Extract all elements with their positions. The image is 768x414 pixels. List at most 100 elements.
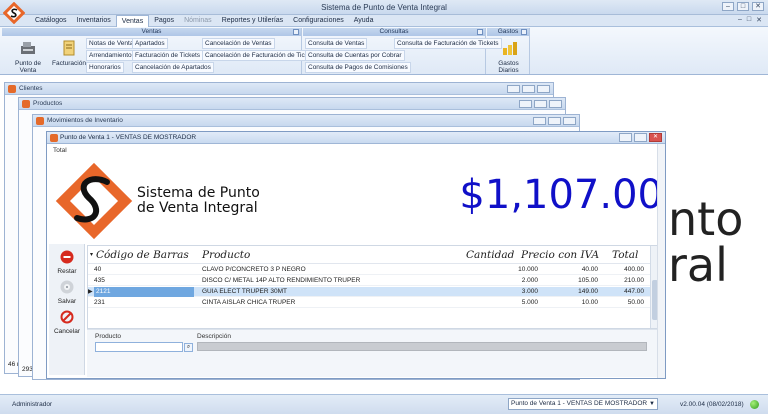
cell-qty: 2.000 bbox=[521, 277, 538, 284]
consulta-facturacion-tickets-button[interactable]: Consulta de Facturación de Tickets bbox=[394, 38, 502, 49]
window-icon bbox=[50, 134, 58, 142]
col-cantidad[interactable]: Cantidad bbox=[466, 249, 514, 261]
facturacion-tickets-button[interactable]: Facturación de Tickets bbox=[132, 50, 204, 61]
mdi-minimize-icon[interactable]: – bbox=[738, 16, 742, 24]
mdi-close-icon[interactable]: ✕ bbox=[756, 16, 762, 24]
minimize-icon[interactable] bbox=[507, 85, 520, 93]
menu-catalogos[interactable]: Catálogos bbox=[30, 15, 72, 27]
brand-logo-text: Sistema de Punto de Venta Integral bbox=[137, 186, 260, 216]
description-field bbox=[197, 342, 647, 351]
cell-total: 400.00 bbox=[624, 266, 644, 273]
apartados-button[interactable]: Apartados bbox=[132, 38, 168, 49]
menu-ventas[interactable]: Ventas bbox=[115, 15, 150, 27]
menu-reportes[interactable]: Reportes y Utilerías bbox=[217, 15, 288, 27]
description-label: Descripción bbox=[197, 333, 231, 340]
window-controls: – □ ✕ bbox=[722, 2, 764, 11]
table-row[interactable]: 435 DISCO C/ METAL 14P ALTO RENDIMIENTO … bbox=[88, 276, 658, 286]
main-menu: Catálogos Inventarios Ventas Pagos Nómin… bbox=[30, 15, 378, 27]
close-icon[interactable] bbox=[563, 117, 576, 125]
action-sidebar: Restar Salvar Cancelar bbox=[49, 244, 85, 375]
table-row-selected[interactable]: ▶ 2121 GUIA ELECT TRUPER 30MT 3.000 149.… bbox=[88, 287, 658, 297]
table-row[interactable]: 40 CLAVO P/CONCRETO 3 P NEGRO 10.000 40.… bbox=[88, 265, 658, 275]
punto-de-venta-button[interactable]: Punto de Venta bbox=[6, 40, 50, 74]
window-title: Productos bbox=[33, 100, 63, 107]
minimize-icon[interactable] bbox=[519, 100, 532, 108]
facturacion-button[interactable]: Facturación bbox=[52, 40, 86, 67]
notas-de-venta-button[interactable]: Notas de Venta bbox=[86, 38, 137, 49]
ribbon: Ventas Punto de Venta Facturación Notas … bbox=[0, 27, 768, 75]
close-icon[interactable] bbox=[549, 100, 562, 108]
minimize-icon[interactable]: – bbox=[722, 2, 734, 11]
maximize-icon[interactable]: □ bbox=[737, 2, 749, 11]
arrendamiento-button[interactable]: Arrendamiento bbox=[86, 50, 135, 61]
app-titlebar: Sistema de Punto de Venta Integral – □ ✕ bbox=[0, 0, 768, 15]
window-icon bbox=[36, 117, 44, 125]
expand-icon[interactable] bbox=[521, 29, 527, 35]
cell-product: GUIA ELECT TRUPER 30MT bbox=[202, 288, 288, 295]
product-entry-panel: Producto ⌕ Descripción bbox=[87, 329, 659, 377]
status-bar: Administrador Punto de Venta 1 - VENTAS … bbox=[0, 394, 768, 414]
maximize-icon[interactable] bbox=[522, 85, 535, 93]
minimize-icon[interactable] bbox=[533, 117, 546, 125]
close-icon[interactable]: ✕ bbox=[752, 2, 764, 11]
menu-nominas[interactable]: Nóminas bbox=[179, 15, 217, 27]
cell-total: 50.00 bbox=[627, 299, 644, 306]
window-scrollbar[interactable] bbox=[657, 144, 665, 378]
window-icon bbox=[8, 85, 16, 93]
salvar-button[interactable]: Salvar bbox=[49, 280, 85, 305]
gastos-diarios-button[interactable]: Gastos Diarios bbox=[488, 40, 529, 74]
maximize-icon[interactable] bbox=[534, 100, 547, 108]
sort-arrow-icon: ▾ bbox=[90, 251, 94, 258]
maximize-icon[interactable] bbox=[548, 117, 561, 125]
cell-total: 447.00 bbox=[624, 288, 644, 295]
consulta-cuentas-cobrar-button[interactable]: Consulta de Cuentas por Cobrar bbox=[305, 50, 405, 61]
col-total[interactable]: Total bbox=[612, 249, 638, 261]
ribbon-group-ventas: Ventas Punto de Venta Facturación Notas … bbox=[2, 28, 320, 74]
restar-label: Restar bbox=[57, 268, 77, 275]
close-icon[interactable]: ✕ bbox=[649, 133, 662, 142]
cell-qty: 5.000 bbox=[521, 299, 538, 306]
search-icon[interactable]: ⌕ bbox=[184, 343, 193, 352]
mdi-controls: – □ ✕ bbox=[738, 16, 762, 24]
cell-price: 105.00 bbox=[578, 277, 598, 284]
cancelacion-ventas-button[interactable]: Cancelación de Ventas bbox=[202, 38, 275, 49]
honorarios-button[interactable]: Honorarios bbox=[86, 62, 124, 73]
pos-window-title: Punto de Venta 1 - VENTAS DE MOSTRADOR bbox=[60, 134, 197, 141]
menu-pagos[interactable]: Pagos bbox=[149, 15, 179, 27]
row-pointer-icon: ▶ bbox=[88, 289, 93, 295]
coins-icon bbox=[502, 42, 517, 55]
menu-ayuda[interactable]: Ayuda bbox=[349, 15, 379, 27]
cancelacion-apartados-button[interactable]: Cancelación de Apartados bbox=[132, 62, 214, 73]
invoice-icon bbox=[63, 40, 75, 56]
expand-icon[interactable] bbox=[293, 29, 299, 35]
cancelacion-facturacion-tickets-button[interactable]: Cancelación de Facturación de Tickets bbox=[202, 50, 320, 61]
ribbon-group-gastos: Gastos Gastos Diarios bbox=[487, 28, 530, 74]
maximize-icon[interactable] bbox=[634, 133, 647, 142]
consulta-pagos-comisiones-button[interactable]: Consulta de Pagos de Comisiones bbox=[305, 62, 411, 73]
background-text-2: ral bbox=[668, 238, 728, 292]
brand-logo-icon bbox=[55, 162, 133, 240]
close-icon[interactable] bbox=[537, 85, 550, 93]
menu-inventarios[interactable]: Inventarios bbox=[72, 15, 116, 27]
col-precio[interactable]: Precio con IVA bbox=[521, 249, 599, 261]
minimize-icon[interactable] bbox=[619, 133, 632, 142]
ribbon-group-title: Ventas bbox=[141, 28, 162, 35]
status-indicator-icon bbox=[750, 400, 759, 409]
col-codigo[interactable]: Código de Barras bbox=[96, 249, 189, 261]
mdi-restore-icon[interactable]: □ bbox=[747, 16, 751, 24]
window-select[interactable]: Punto de Venta 1 - VENTAS DE MOSTRADOR ▼ bbox=[508, 398, 658, 410]
chevron-down-icon: ▼ bbox=[649, 401, 655, 407]
col-producto[interactable]: Producto bbox=[202, 249, 250, 261]
grid-header: ▾ Código de Barras Producto Cantidad Pre… bbox=[88, 246, 658, 264]
cell-product: CLAVO P/CONCRETO 3 P NEGRO bbox=[202, 266, 306, 273]
expand-icon[interactable] bbox=[477, 29, 483, 35]
table-row[interactable]: 231 CINTA AISLAR CHICA TRUPER 5.000 10.0… bbox=[88, 298, 658, 308]
punto-de-venta-label: Punto de Venta bbox=[14, 60, 42, 74]
menu-configuraciones[interactable]: Configuraciones bbox=[288, 15, 349, 27]
product-input[interactable] bbox=[95, 342, 183, 352]
consulta-ventas-button[interactable]: Consulta de Ventas bbox=[305, 38, 368, 49]
cancel-icon bbox=[60, 310, 74, 324]
restar-button[interactable]: Restar bbox=[49, 250, 85, 275]
cancelar-button[interactable]: Cancelar bbox=[49, 310, 85, 335]
app-logo-icon[interactable] bbox=[3, 2, 25, 24]
